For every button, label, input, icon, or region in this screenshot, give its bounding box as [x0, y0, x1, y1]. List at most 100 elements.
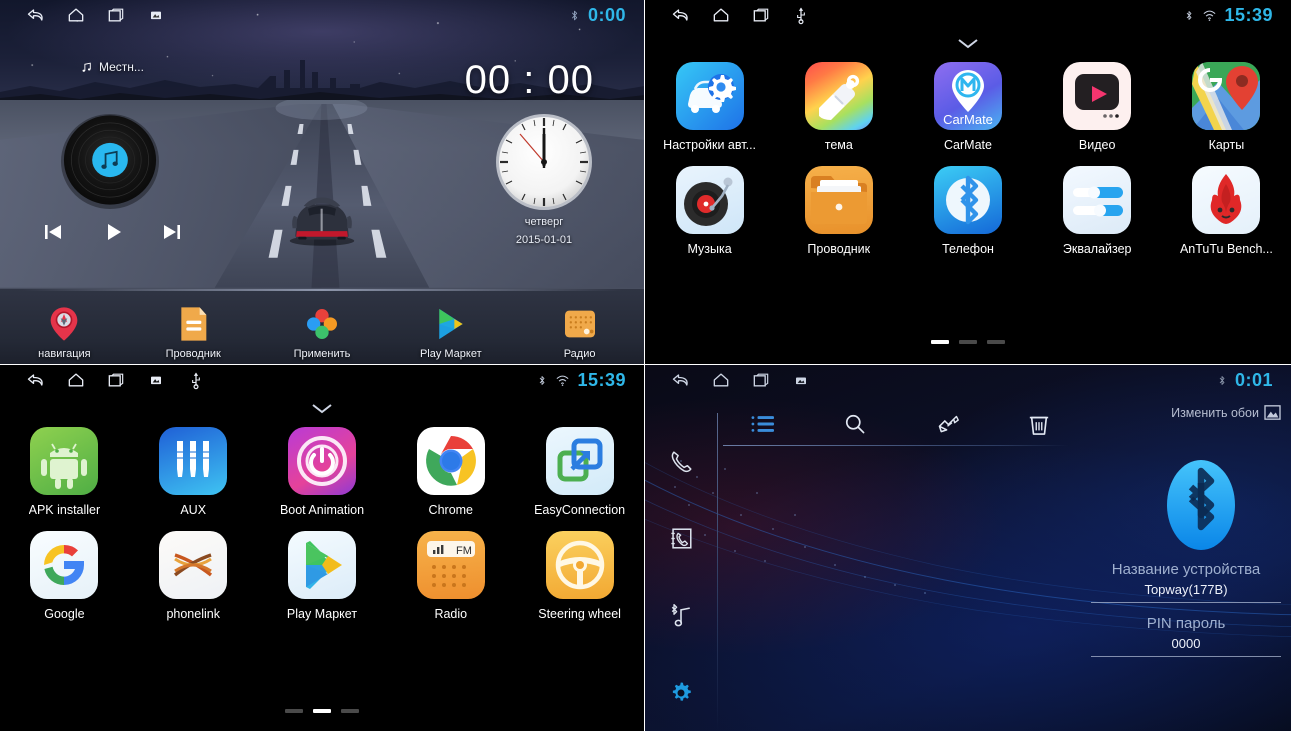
dock-item-play-store[interactable]: Play Маркет — [386, 304, 515, 360]
toolbar-underline — [723, 445, 1069, 446]
app-item-file-manager[interactable]: Проводник — [774, 166, 903, 256]
chevron-down-icon[interactable] — [309, 401, 335, 415]
app-item-steering-wheel[interactable]: Steering wheel — [515, 531, 644, 621]
sidebar-item-contacts[interactable] — [645, 500, 717, 577]
app-item-car-settings[interactable]: Настройки авт... — [645, 62, 774, 152]
app-label: Телефон — [942, 242, 994, 256]
page-dot-2[interactable] — [959, 340, 977, 344]
recents-icon[interactable] — [751, 5, 771, 25]
toolbar-device-list-button[interactable] — [717, 413, 809, 435]
app-item-apk-installer[interactable]: APK installer — [0, 427, 129, 517]
change-wallpaper-button[interactable]: Изменить обои — [1171, 405, 1281, 420]
app-item-video[interactable]: Видео — [1033, 62, 1162, 152]
steering-wheel-icon — [545, 531, 614, 599]
app-item-boot-animation[interactable]: Boot Animation — [258, 427, 387, 517]
back-icon[interactable] — [26, 5, 46, 25]
status-indicators: 15:39 — [536, 370, 634, 391]
dock-item-navigation[interactable]: навигация — [0, 304, 129, 360]
sidebar-item-settings[interactable] — [645, 654, 717, 731]
now-playing[interactable]: Местн... — [80, 60, 144, 74]
app-item-carmate[interactable]: CarMate CarMate — [903, 62, 1032, 152]
dock-label: навигация — [38, 348, 91, 360]
home-dock: навигация Проводник Применить Play Марке… — [0, 288, 644, 360]
dock-item-apply[interactable]: Применить — [258, 304, 387, 360]
back-icon[interactable] — [26, 370, 46, 390]
app-item-chrome[interactable]: Chrome — [386, 427, 515, 517]
sports-car — [289, 197, 355, 246]
app-item-equalizer[interactable]: Эквалайзер — [1033, 166, 1162, 256]
contacts-book-icon — [670, 528, 692, 549]
app-item-music[interactable]: Музыка — [645, 166, 774, 256]
bluetooth-icon — [1219, 375, 1225, 385]
radio-icon — [564, 310, 595, 338]
app-item-maps[interactable]: Карты — [1162, 62, 1291, 152]
page-dot-1[interactable] — [285, 709, 303, 713]
app-item-theme[interactable]: тема — [774, 62, 903, 152]
panel-app-drawer-page-1: 15:39 Настройки авт... тема CarMate CarM… — [645, 0, 1291, 365]
next-track-icon[interactable] — [159, 220, 185, 244]
app-item-aux[interactable]: AUX — [129, 427, 258, 517]
navigation-pin-icon — [51, 307, 78, 341]
app-item-phonelink[interactable]: phonelink — [129, 531, 258, 621]
app-item-radio[interactable]: FM Radio — [386, 531, 515, 621]
panel-car-launcher-home: 0:00 Местн... 00: 00 четверг 2015-01-01… — [0, 0, 645, 365]
play-store-icon — [439, 309, 463, 339]
previous-track-icon[interactable] — [40, 220, 66, 244]
chrome-icon — [416, 427, 485, 495]
toolbar-search-button[interactable] — [809, 412, 901, 436]
theme-brush-icon — [804, 62, 873, 130]
vinyl-record-widget[interactable] — [40, 108, 180, 212]
app-label: Boot Animation — [279, 503, 365, 517]
play-icon[interactable] — [100, 220, 126, 244]
image-icon — [1264, 405, 1281, 420]
dock-label: Проводник — [165, 348, 221, 360]
usb-icon[interactable] — [186, 370, 206, 390]
home-icon[interactable] — [711, 370, 731, 390]
recents-icon[interactable] — [106, 370, 126, 390]
app-label: Карты — [1208, 138, 1245, 152]
toolbar-delete-button[interactable] — [993, 412, 1085, 436]
page-dot-2[interactable] — [313, 709, 331, 713]
recents-icon[interactable] — [751, 370, 771, 390]
app-label: AnTuTu Bench... — [1179, 242, 1273, 256]
screenshot-icon[interactable] — [791, 370, 811, 390]
page-dot-3[interactable] — [987, 340, 1005, 344]
recents-icon[interactable] — [106, 5, 126, 25]
app-item-play-store[interactable]: Play Маркет — [258, 531, 387, 621]
dock-item-radio[interactable]: Радио — [515, 304, 644, 360]
back-icon[interactable] — [671, 5, 691, 25]
panel-bluetooth-settings: 0:01 Изменить обои Название устройства T… — [645, 365, 1291, 731]
home-icon[interactable] — [66, 5, 86, 25]
home-icon[interactable] — [711, 5, 731, 25]
back-icon[interactable] — [671, 370, 691, 390]
app-item-antutu[interactable]: AnTuTu Bench... — [1162, 166, 1291, 256]
list-icon — [751, 416, 774, 432]
app-item-google[interactable]: Google — [0, 531, 129, 621]
app-item-easyconnection[interactable]: EasyConnection — [515, 427, 644, 517]
app-item-phone[interactable]: Телефон — [903, 166, 1032, 256]
chevron-down-icon[interactable] — [955, 36, 981, 50]
change-wallpaper-label: Изменить обои — [1171, 405, 1259, 420]
status-bar: 0:00 — [0, 0, 644, 30]
status-bar: 15:39 — [0, 365, 644, 395]
sidebar-item-bt-music[interactable] — [645, 577, 717, 654]
sidebar-item-dialer[interactable] — [645, 423, 717, 500]
pin-value[interactable]: 0000 — [1091, 636, 1281, 656]
screenshot-icon[interactable] — [146, 370, 166, 390]
page-dot-3[interactable] — [341, 709, 359, 713]
easyconnection-icon — [545, 427, 614, 495]
home-icon[interactable] — [66, 370, 86, 390]
device-name-value[interactable]: Topway(177B) — [1091, 582, 1281, 602]
screenshot-icon[interactable] — [146, 5, 166, 25]
app-label: тема — [824, 138, 853, 152]
analog-clock-widget[interactable] — [494, 112, 594, 212]
bluetooth-icon — [571, 10, 578, 20]
phonelink-icon — [159, 531, 228, 599]
search-icon — [845, 414, 865, 434]
usb-icon[interactable] — [791, 5, 811, 25]
app-label: Steering wheel — [538, 607, 621, 621]
toolbar-pair-button[interactable] — [901, 412, 993, 437]
dock-item-file-manager[interactable]: Проводник — [129, 304, 258, 360]
trash-icon — [1029, 416, 1049, 435]
page-dot-1[interactable] — [931, 340, 949, 344]
